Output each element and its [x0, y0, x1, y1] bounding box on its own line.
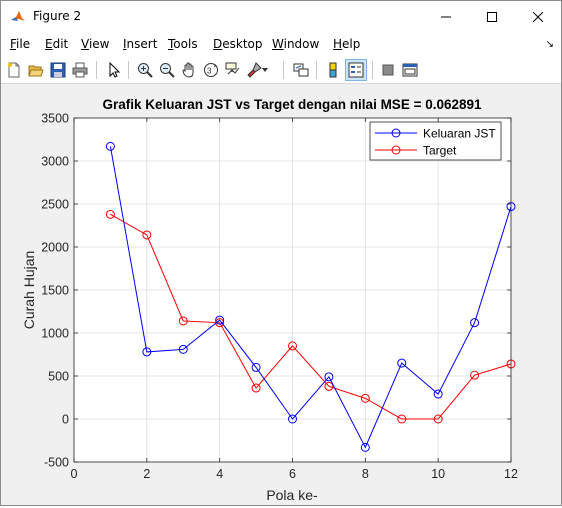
- menu-insert[interactable]: Insert: [123, 37, 157, 51]
- toolbar-separator: [96, 61, 97, 79]
- y-tick-label: -500: [44, 456, 69, 470]
- close-button[interactable]: [515, 1, 561, 32]
- y-tick-label: 3000: [41, 155, 69, 169]
- svg-text:3: 3: [207, 67, 212, 76]
- hide-plot-tools-icon: [382, 64, 394, 76]
- y-tick-label: 500: [48, 370, 69, 384]
- figure-window: Figure 2 File Edit View Insert Tools Des…: [0, 0, 562, 506]
- x-tick-label: 6: [289, 467, 296, 481]
- toolbar-separator: [283, 61, 284, 79]
- edit-plot-button[interactable]: [103, 59, 125, 81]
- new-figure-button[interactable]: [3, 59, 25, 81]
- x-tick-label: 8: [362, 467, 369, 481]
- minimize-icon: [441, 16, 451, 17]
- pan-button[interactable]: [178, 59, 200, 81]
- title-bar[interactable]: Figure 2: [1, 1, 561, 32]
- figure-canvas[interactable]: 0 2 4 6 8 10 12 -500 0 500 1000 1500 2000 2500 3000 350…: [1, 85, 561, 505]
- show-plot-tools-icon: [402, 63, 418, 77]
- hide-plot-tools-button[interactable]: [377, 59, 399, 81]
- x-axis-label: Pola ke-: [266, 487, 318, 503]
- save-icon: [50, 62, 66, 78]
- y-axis-label: Curah Hujan: [21, 251, 37, 330]
- figure-toolbar: 3: [1, 56, 561, 84]
- zoom-out-icon: [160, 63, 175, 78]
- pan-hand-icon: [182, 62, 194, 78]
- edit-plot-arrow-icon: [109, 62, 121, 78]
- print-icon: [72, 62, 88, 78]
- close-icon: [533, 11, 543, 22]
- new-figure-icon: [8, 62, 20, 78]
- menu-edit[interactable]: Edit: [45, 37, 68, 51]
- save-button[interactable]: [47, 59, 69, 81]
- maximize-button[interactable]: [469, 1, 515, 32]
- brush-dropdown[interactable]: [260, 59, 270, 81]
- matlab-icon: [10, 9, 26, 25]
- menu-bar: File Edit View Insert Tools Desktop Wind…: [1, 32, 561, 56]
- legend-label: Keluaran JST: [423, 127, 496, 141]
- maximize-icon: [487, 11, 497, 22]
- x-tick-label: 12: [504, 467, 518, 481]
- open-file-icon: [28, 65, 44, 77]
- menu-overflow-arrow-icon[interactable]: ↘: [546, 39, 554, 50]
- zoom-in-icon: [138, 63, 153, 78]
- menu-tools[interactable]: Tools: [168, 37, 198, 51]
- window-title: Figure 2: [33, 9, 82, 23]
- minimize-button[interactable]: [423, 1, 469, 32]
- menu-desktop[interactable]: Desktop: [213, 37, 263, 51]
- legend[interactable]: Keluaran JST Target: [369, 121, 502, 161]
- x-tick-label: 0: [71, 467, 78, 481]
- show-plot-tools-button[interactable]: [399, 59, 421, 81]
- link-plot-icon: [293, 63, 309, 77]
- insert-legend-button[interactable]: [345, 59, 367, 81]
- menu-view[interactable]: View: [81, 37, 109, 51]
- data-cursor-icon: [225, 62, 240, 75]
- link-plot-button[interactable]: [290, 59, 312, 81]
- toolbar-separator: [372, 61, 373, 79]
- insert-colorbar-icon: [329, 62, 337, 78]
- y-tick-label: 1000: [41, 327, 69, 341]
- chevron-down-icon: [262, 68, 268, 72]
- data-cursor-button[interactable]: [222, 59, 244, 81]
- insert-legend-icon: [348, 62, 364, 78]
- print-button[interactable]: [69, 59, 91, 81]
- y-tick-label: 2500: [41, 198, 69, 212]
- legend-label: Target: [423, 144, 457, 158]
- chart-title: Grafik Keluaran JST vs Target dengan nil…: [102, 97, 482, 112]
- zoom-out-button[interactable]: [156, 59, 178, 81]
- x-tick-label: 10: [431, 467, 445, 481]
- insert-colorbar-button[interactable]: [323, 59, 345, 81]
- y-tick-label: 3500: [41, 112, 69, 126]
- y-tick-label: 2000: [41, 241, 69, 255]
- zoom-in-button[interactable]: [134, 59, 156, 81]
- rotate-3d-icon: 3: [204, 63, 218, 77]
- y-tick-label: 0: [62, 413, 69, 427]
- x-tick-label: 2: [143, 467, 150, 481]
- chart-svg: 0 2 4 6 8 10 12-500050010001500200025003000350…: [21, 97, 518, 503]
- menu-window[interactable]: Window: [272, 37, 319, 51]
- y-tick-label: 1500: [41, 284, 69, 298]
- x-tick-label: 4: [216, 467, 223, 481]
- menu-help[interactable]: Help: [333, 37, 360, 51]
- menu-file[interactable]: File: [10, 37, 30, 51]
- toolbar-separator: [316, 61, 317, 79]
- rotate-3d-button[interactable]: 3: [200, 59, 222, 81]
- open-file-button[interactable]: [25, 59, 47, 81]
- toolbar-separator: [128, 61, 129, 79]
